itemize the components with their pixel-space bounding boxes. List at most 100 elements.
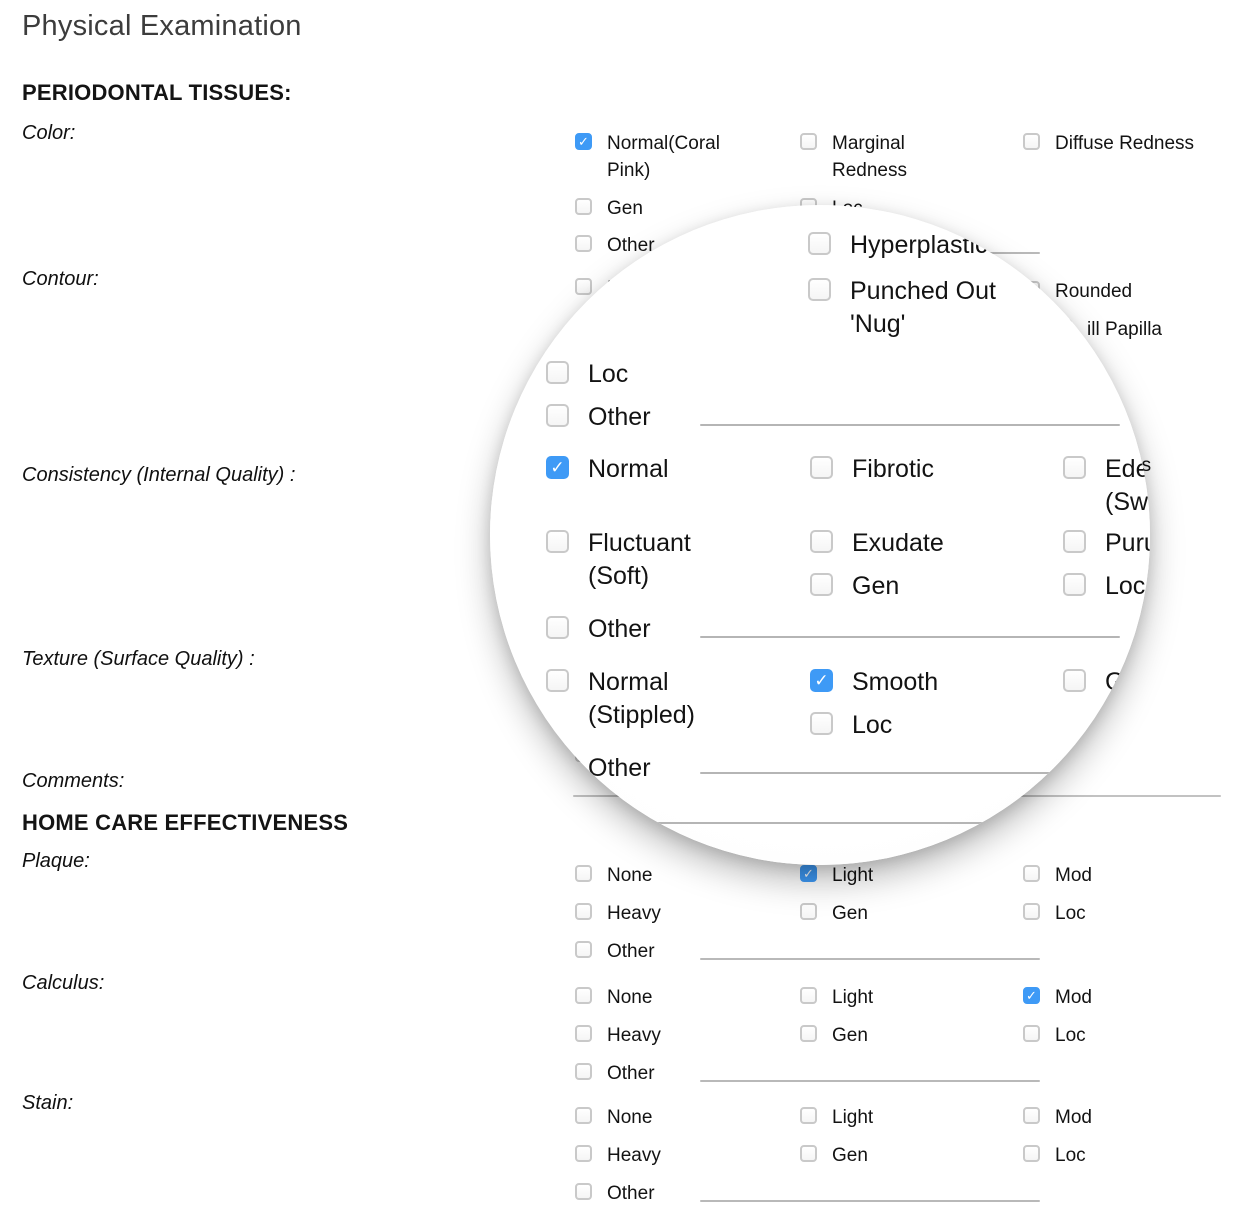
lens-consistency-normal-label[interactable]: Normal — [588, 453, 669, 486]
stain-option-gen: Gen — [800, 1142, 868, 1169]
lens-contour-other-label[interactable]: Other — [588, 401, 651, 434]
checkbox-stain-heavy[interactable] — [575, 1145, 592, 1162]
checkbox-stain-other[interactable] — [575, 1183, 592, 1200]
color-diffuse-label[interactable]: Diffuse Redness — [1055, 130, 1194, 157]
lens-checkbox-consistency-exudate[interactable] — [810, 530, 833, 553]
checkbox-color-other[interactable] — [575, 235, 592, 252]
stain-mod-label[interactable]: Mod — [1055, 1104, 1092, 1131]
calculus-none-label[interactable]: None — [607, 984, 652, 1011]
checkbox-calculus-light[interactable] — [800, 987, 817, 1004]
checkbox-plaque-none[interactable] — [575, 865, 592, 882]
lens-contour-hyperplastic-label[interactable]: Hyperplastic — [850, 229, 988, 262]
checkbox-calculus-other[interactable] — [575, 1063, 592, 1080]
checkbox-contour-blunted[interactable] — [575, 278, 592, 295]
stain-other-label[interactable]: Other — [607, 1180, 655, 1207]
lens-consistency-gen-label[interactable]: Gen — [852, 570, 899, 603]
calculus-other-label[interactable]: Other — [607, 1060, 655, 1087]
checkbox-calculus-heavy[interactable] — [575, 1025, 592, 1042]
calculus-other-input[interactable] — [700, 1080, 1040, 1082]
plaque-gen-label[interactable]: Gen — [832, 900, 868, 927]
plaque-mod-label[interactable]: Mod — [1055, 862, 1092, 889]
checkbox-plaque-heavy[interactable] — [575, 903, 592, 920]
plaque-light-label[interactable]: Light — [832, 862, 873, 889]
lens-texture-other-input[interactable] — [700, 772, 1120, 774]
contour-rounded-label[interactable]: Rounded — [1055, 278, 1132, 305]
lens-checkbox-contour-hyperplastic[interactable] — [808, 232, 831, 255]
checkbox-stain-gen[interactable] — [800, 1145, 817, 1162]
lens-checkbox-texture-gen[interactable] — [1063, 669, 1086, 692]
calculus-heavy-label[interactable]: Heavy — [607, 1022, 661, 1049]
lens-checkbox-texture-other[interactable] — [546, 755, 569, 778]
checkbox-color-normal[interactable] — [575, 133, 592, 150]
color-normal-label[interactable]: Normal(Coral Pink) — [607, 130, 749, 184]
checkbox-calculus-none[interactable] — [575, 987, 592, 1004]
calculus-light-label[interactable]: Light — [832, 984, 873, 1011]
calculus-mod-label[interactable]: Mod — [1055, 984, 1092, 1011]
lens-checkbox-consistency-other[interactable] — [546, 616, 569, 639]
lens-comments-input[interactable] — [570, 822, 1020, 824]
lens-contour-punched-label[interactable]: Punched Out 'Nug' — [850, 275, 1045, 341]
plaque-none-label[interactable]: None — [607, 862, 652, 889]
color-gen-label[interactable]: Gen — [607, 195, 643, 222]
lens-checkbox-consistency-fibrotic[interactable] — [810, 456, 833, 479]
lens-checkbox-contour-other[interactable] — [546, 404, 569, 427]
checkbox-color-marginal[interactable] — [800, 133, 817, 150]
calculus-gen-label[interactable]: Gen — [832, 1022, 868, 1049]
lens-checkbox-consistency-purulence[interactable] — [1063, 530, 1086, 553]
lens-checkbox-texture-normal[interactable] — [546, 669, 569, 692]
checkbox-stain-none[interactable] — [575, 1107, 592, 1124]
lens-checkbox-consistency-fluctuant[interactable] — [546, 530, 569, 553]
checkbox-stain-mod[interactable] — [1023, 1107, 1040, 1124]
lens-consistency-option-loc: Loc — [1063, 570, 1145, 603]
lens-checkbox-consistency-gen[interactable] — [810, 573, 833, 596]
plaque-loc-label[interactable]: Loc — [1055, 900, 1086, 927]
lens-checkbox-texture-loc[interactable] — [810, 712, 833, 735]
lens-consistency-fluctuant-label[interactable]: Fluctuant (Soft) — [588, 527, 738, 593]
checkbox-color-gen[interactable] — [575, 198, 592, 215]
stain-loc-label[interactable]: Loc — [1055, 1142, 1086, 1169]
checkbox-calculus-loc[interactable] — [1023, 1025, 1040, 1042]
checkbox-stain-loc[interactable] — [1023, 1145, 1040, 1162]
lens-checkbox-texture-smooth[interactable] — [810, 669, 833, 692]
lens-checkbox-consistency-edematous[interactable] — [1063, 456, 1086, 479]
stain-none-label[interactable]: None — [607, 1104, 652, 1131]
lens-checkbox-contour-loc[interactable] — [546, 361, 569, 384]
lens-consistency-other-input[interactable] — [700, 636, 1120, 638]
lens-consistency-fibrotic-label[interactable]: Fibrotic — [852, 453, 934, 486]
plaque-heavy-label[interactable]: Heavy — [607, 900, 661, 927]
checkbox-stain-light[interactable] — [800, 1107, 817, 1124]
checkbox-plaque-light[interactable] — [800, 865, 817, 882]
calculus-loc-label[interactable]: Loc — [1055, 1022, 1086, 1049]
lens-texture-smooth-label[interactable]: Smooth — [852, 666, 938, 699]
checkbox-calculus-gen[interactable] — [800, 1025, 817, 1042]
lens-consistency-loc-label[interactable]: Loc — [1105, 570, 1145, 603]
lens-checkbox-contour-punched[interactable] — [808, 278, 831, 301]
lens-checkbox-consistency-normal[interactable] — [546, 456, 569, 479]
checkbox-plaque-gen[interactable] — [800, 903, 817, 920]
lens-texture-gen-label[interactable]: Gen — [1105, 666, 1150, 699]
lens-texture-normal-label[interactable]: Normal (Stippled) — [588, 666, 748, 732]
checkbox-calculus-mod[interactable] — [1023, 987, 1040, 1004]
plaque-other-input[interactable] — [700, 958, 1040, 960]
stain-gen-label[interactable]: Gen — [832, 1142, 868, 1169]
plaque-other-label[interactable]: Other — [607, 938, 655, 965]
lens-checkbox-consistency-loc[interactable] — [1063, 573, 1086, 596]
lens-texture-other-label[interactable]: Other — [588, 752, 651, 785]
lens-texture-loc-label[interactable]: Loc — [852, 709, 892, 742]
lens-contour-other-input[interactable] — [700, 424, 1120, 426]
lens-consistency-exudate-label[interactable]: Exudate — [852, 527, 944, 560]
stain-heavy-label[interactable]: Heavy — [607, 1142, 661, 1169]
checkbox-plaque-mod[interactable] — [1023, 865, 1040, 882]
contour-papilla-label[interactable]: ill Papilla — [1087, 316, 1162, 343]
lens-consistency-other-label[interactable]: Other — [588, 613, 651, 646]
checkbox-plaque-loc[interactable] — [1023, 903, 1040, 920]
calculus-option-mod: Mod — [1023, 984, 1092, 1011]
lens-consistency-purulence-label[interactable]: Purulence — [1105, 527, 1150, 560]
stain-other-input[interactable] — [700, 1200, 1040, 1202]
color-marginal-label[interactable]: Marginal Redness — [832, 130, 974, 184]
lens-contour-loc-label[interactable]: Loc — [588, 358, 628, 391]
checkbox-color-diffuse[interactable] — [1023, 133, 1040, 150]
lens-consistency-edematous-label[interactable]: Edematous (Swollen) — [1105, 453, 1150, 519]
checkbox-plaque-other[interactable] — [575, 941, 592, 958]
stain-light-label[interactable]: Light — [832, 1104, 873, 1131]
